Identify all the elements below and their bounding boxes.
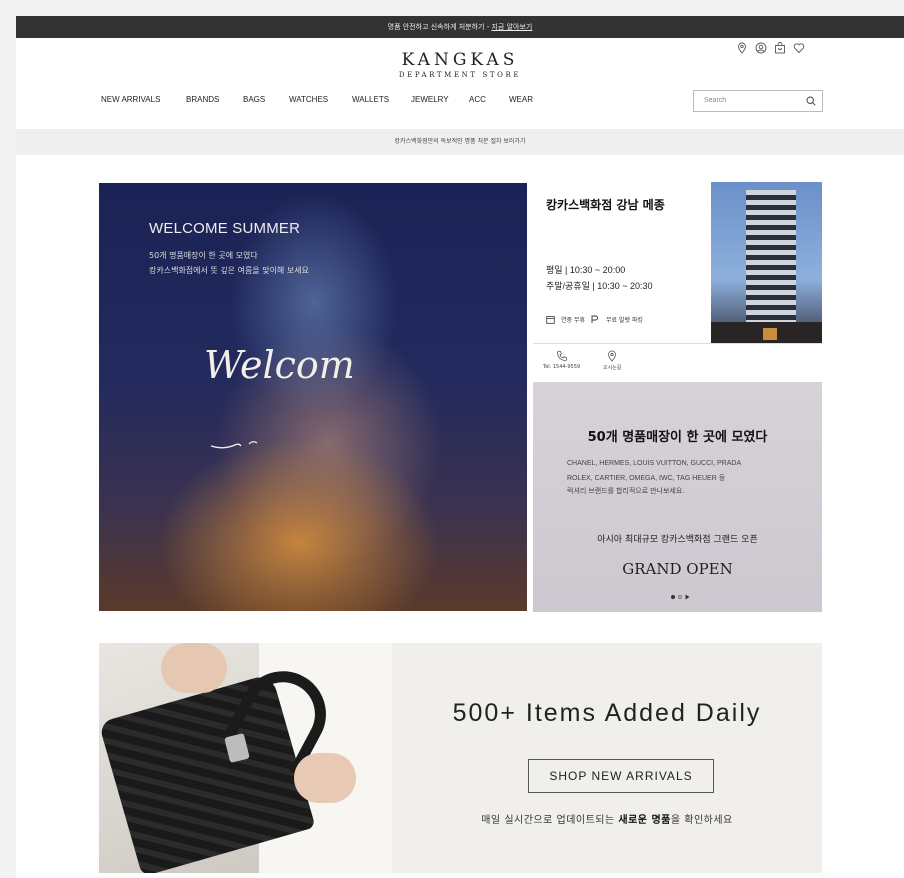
site-logo[interactable]: KANGKAS DEPARTMENT STORE xyxy=(16,50,904,79)
announcement-text: 명품 안전하고 신속하게 처분하기 - xyxy=(387,23,492,31)
hero-line-2: 캉카스백화점에서 뜻 깊은 여름을 맞이해 보세요 xyxy=(149,266,309,275)
hero-script-text: Welcom xyxy=(204,343,355,387)
handbag-photo xyxy=(99,643,392,873)
grand-open-heading: GRAND OPEN xyxy=(622,560,733,578)
store-building-photo xyxy=(711,182,822,344)
hero-line-1: 50개 명품매장이 한 곳에 모였다 xyxy=(149,251,258,260)
grand-open-title: 50개 명품매장이 한 곳에 모였다 xyxy=(587,430,768,445)
store-title: 캉카스백화점 강남 메종 xyxy=(546,198,665,212)
nav-jewelry[interactable]: JEWELRY xyxy=(411,95,469,104)
location-icon xyxy=(608,350,617,362)
grand-open-subtitle: 아시아 최대규모 캉카스백화점 그랜드 오픈 xyxy=(597,535,758,545)
store-hours-weekend: 주말/공휴일 | 10:30 ~ 20:30 xyxy=(546,281,653,291)
carousel-next-icon[interactable] xyxy=(685,594,690,600)
header-icons xyxy=(736,42,805,54)
heart-icon[interactable] xyxy=(793,42,805,54)
valet-parking-icon xyxy=(591,315,598,323)
feature-open-all-year: 연중 무휴 xyxy=(561,317,585,324)
disposal-promo-text: 캉카스백화점만의 독보적인 명품 처분 절차 보러가기 xyxy=(394,138,526,145)
photo-hand xyxy=(161,643,227,693)
carousel-dot-active[interactable] xyxy=(671,595,675,599)
nav-new-arrivals[interactable]: NEW ARRIVALS xyxy=(101,95,186,104)
banner-note: 매일 실시간으로 업데이트되는 새로운 명품을 확인하세요 xyxy=(392,811,822,826)
nav-wear[interactable]: WEAR xyxy=(509,95,549,104)
phone-icon xyxy=(556,351,567,361)
grand-open-card[interactable]: 50개 명품매장이 한 곳에 모였다 CHANEL, HERMES, LOUIS… xyxy=(533,382,822,612)
nav-brands[interactable]: BRANDS xyxy=(186,95,243,104)
building-entrance xyxy=(763,328,777,340)
banner-note-suffix: 을 확인하세요 xyxy=(670,815,733,826)
disposal-promo-bar[interactable]: 캉카스백화점만의 독보적인 명품 처분 절차 보러가기 xyxy=(16,129,904,155)
nav-wallets[interactable]: WALLETS xyxy=(352,95,411,104)
shop-new-arrivals-button[interactable]: SHOP NEW ARRIVALS xyxy=(528,759,714,793)
phone-link[interactable]: Tel. 1544-9559 xyxy=(543,350,580,370)
nav-watches[interactable]: WATCHES xyxy=(289,95,352,104)
page: 명품 안전하고 신속하게 처분하기 - 지금 알아보기 KANGKAS DEPA… xyxy=(16,16,904,878)
calendar-icon xyxy=(546,316,555,324)
directions-label: 오시는길 xyxy=(603,365,622,371)
location-icon[interactable] xyxy=(736,42,748,54)
brands-line-1: CHANEL, HERMES, LOUIS VUITTON, GUCCI, PR… xyxy=(567,460,742,467)
feature-valet-parking: 무료 발렛 파킹 xyxy=(606,317,643,324)
hero-bird-mark xyxy=(210,441,258,449)
banner-note-prefix: 매일 실시간으로 업데이트되는 xyxy=(481,815,619,826)
new-arrivals-banner: 500+ Items Added Daily SHOP NEW ARRIVALS… xyxy=(99,643,822,873)
store-info: 캉카스백화점 강남 메종 평일 | 10:30 ~ 20:00 주말/공휴일 |… xyxy=(533,183,711,343)
search-placeholder: Search xyxy=(704,97,727,104)
photo-hand xyxy=(294,753,356,803)
logo-subtitle: DEPARTMENT STORE xyxy=(398,71,522,79)
brands-line-2: ROLEX, CARTIER, OMEGA, IWC, TAG HEUER 등 xyxy=(567,475,726,482)
hero-banner[interactable]: WELCOME SUMMER 50개 명품매장이 한 곳에 모였다 캉카스백화점… xyxy=(99,183,527,611)
search-input[interactable]: Search xyxy=(693,90,823,112)
store-hours-weekday: 평일 | 10:30 ~ 20:00 xyxy=(546,265,626,275)
directions-link[interactable]: 오시는길 xyxy=(603,350,621,371)
search-icon[interactable] xyxy=(806,96,816,106)
nav-acc[interactable]: ACC xyxy=(469,95,509,104)
store-features: 연중 무휴 무료 발렛 파킹 xyxy=(546,315,643,324)
hero-title: WELCOME SUMMER xyxy=(149,220,301,237)
carousel-dot[interactable] xyxy=(678,595,682,599)
nav-bags[interactable]: BAGS xyxy=(243,95,289,104)
banner-note-highlight: 새로운 명품 xyxy=(618,815,671,826)
carousel-indicators xyxy=(671,594,690,600)
banner-title: 500+ Items Added Daily xyxy=(452,699,762,727)
brands-line-3: 럭셔리 브랜드를 합리적으로 만나보세요. xyxy=(567,488,685,495)
store-contact: Tel. 1544-9559 오시는길 xyxy=(533,343,822,381)
user-icon[interactable] xyxy=(755,42,767,54)
announcement-bar: 명품 안전하고 신속하게 처분하기 - 지금 알아보기 xyxy=(16,16,904,38)
building-tower xyxy=(746,190,796,338)
main-nav: NEW ARRIVALS BRANDS BAGS WATCHES WALLETS… xyxy=(101,95,549,104)
phone-label: Tel. 1544-9559 xyxy=(543,364,581,370)
shopping-bag-icon[interactable] xyxy=(774,42,786,54)
announcement-link[interactable]: 지금 알아보기 xyxy=(491,23,532,31)
